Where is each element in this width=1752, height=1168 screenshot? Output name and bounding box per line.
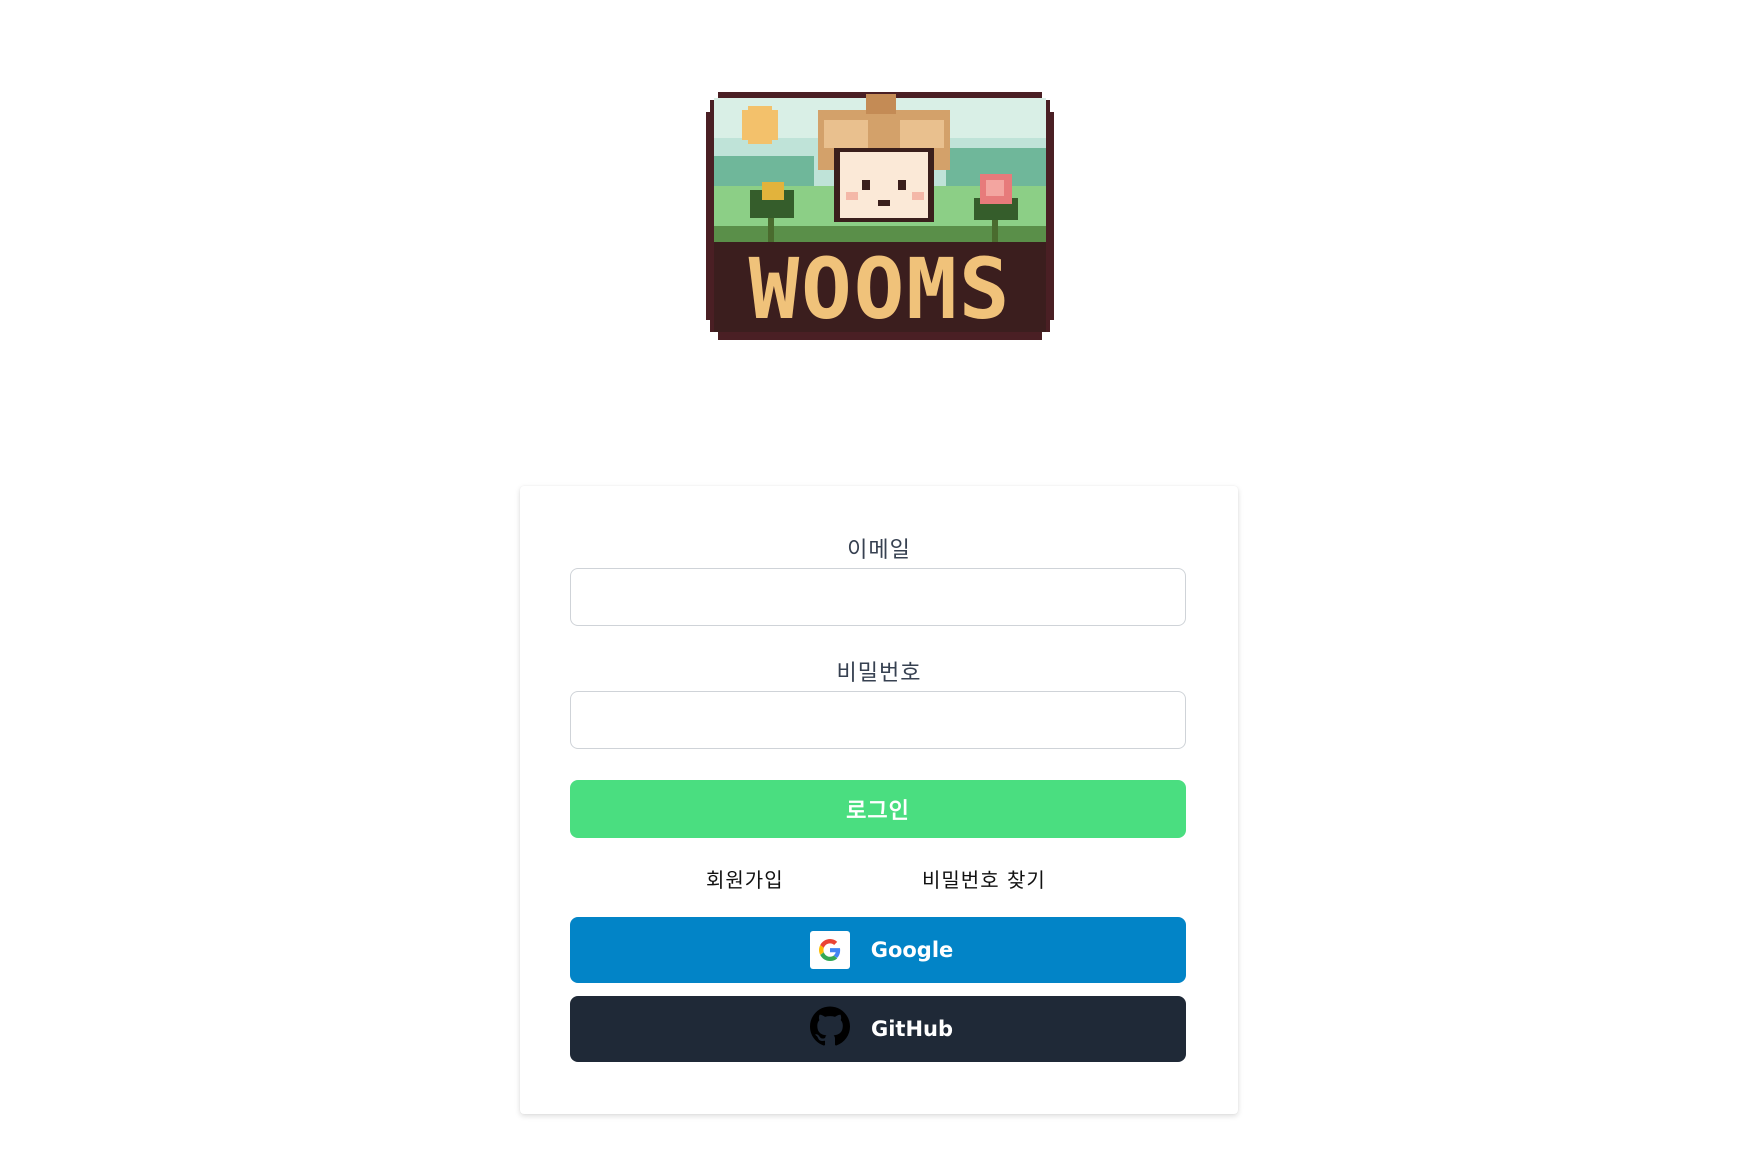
auth-links: 회원가입 비밀번호 찾기	[520, 864, 1238, 894]
logo-text: WOOMS	[749, 240, 1012, 338]
email-label: 이메일	[847, 538, 911, 563]
login-page: WOOMS 이메일 비밀번호 로그인 회원가입 비밀번호 찾기 Google G…	[0, 0, 1752, 1168]
login-card: 이메일 비밀번호 로그인 회원가입 비밀번호 찾기 Google GitHub	[520, 486, 1238, 1114]
password-label: 비밀번호	[836, 661, 922, 686]
signup-link[interactable]: 회원가입	[706, 864, 784, 893]
github-login-button[interactable]: GitHub	[570, 996, 1186, 1062]
google-icon	[810, 931, 850, 969]
wooms-logo: WOOMS	[706, 86, 1054, 341]
password-input[interactable]	[570, 691, 1186, 749]
find-password-link[interactable]: 비밀번호 찾기	[922, 864, 1046, 893]
login-button[interactable]: 로그인	[570, 780, 1186, 838]
email-input[interactable]	[570, 568, 1186, 626]
github-icon	[810, 1006, 850, 1052]
github-button-label: GitHub	[870, 1017, 954, 1041]
google-button-label: Google	[870, 938, 954, 962]
google-login-button[interactable]: Google	[570, 917, 1186, 983]
